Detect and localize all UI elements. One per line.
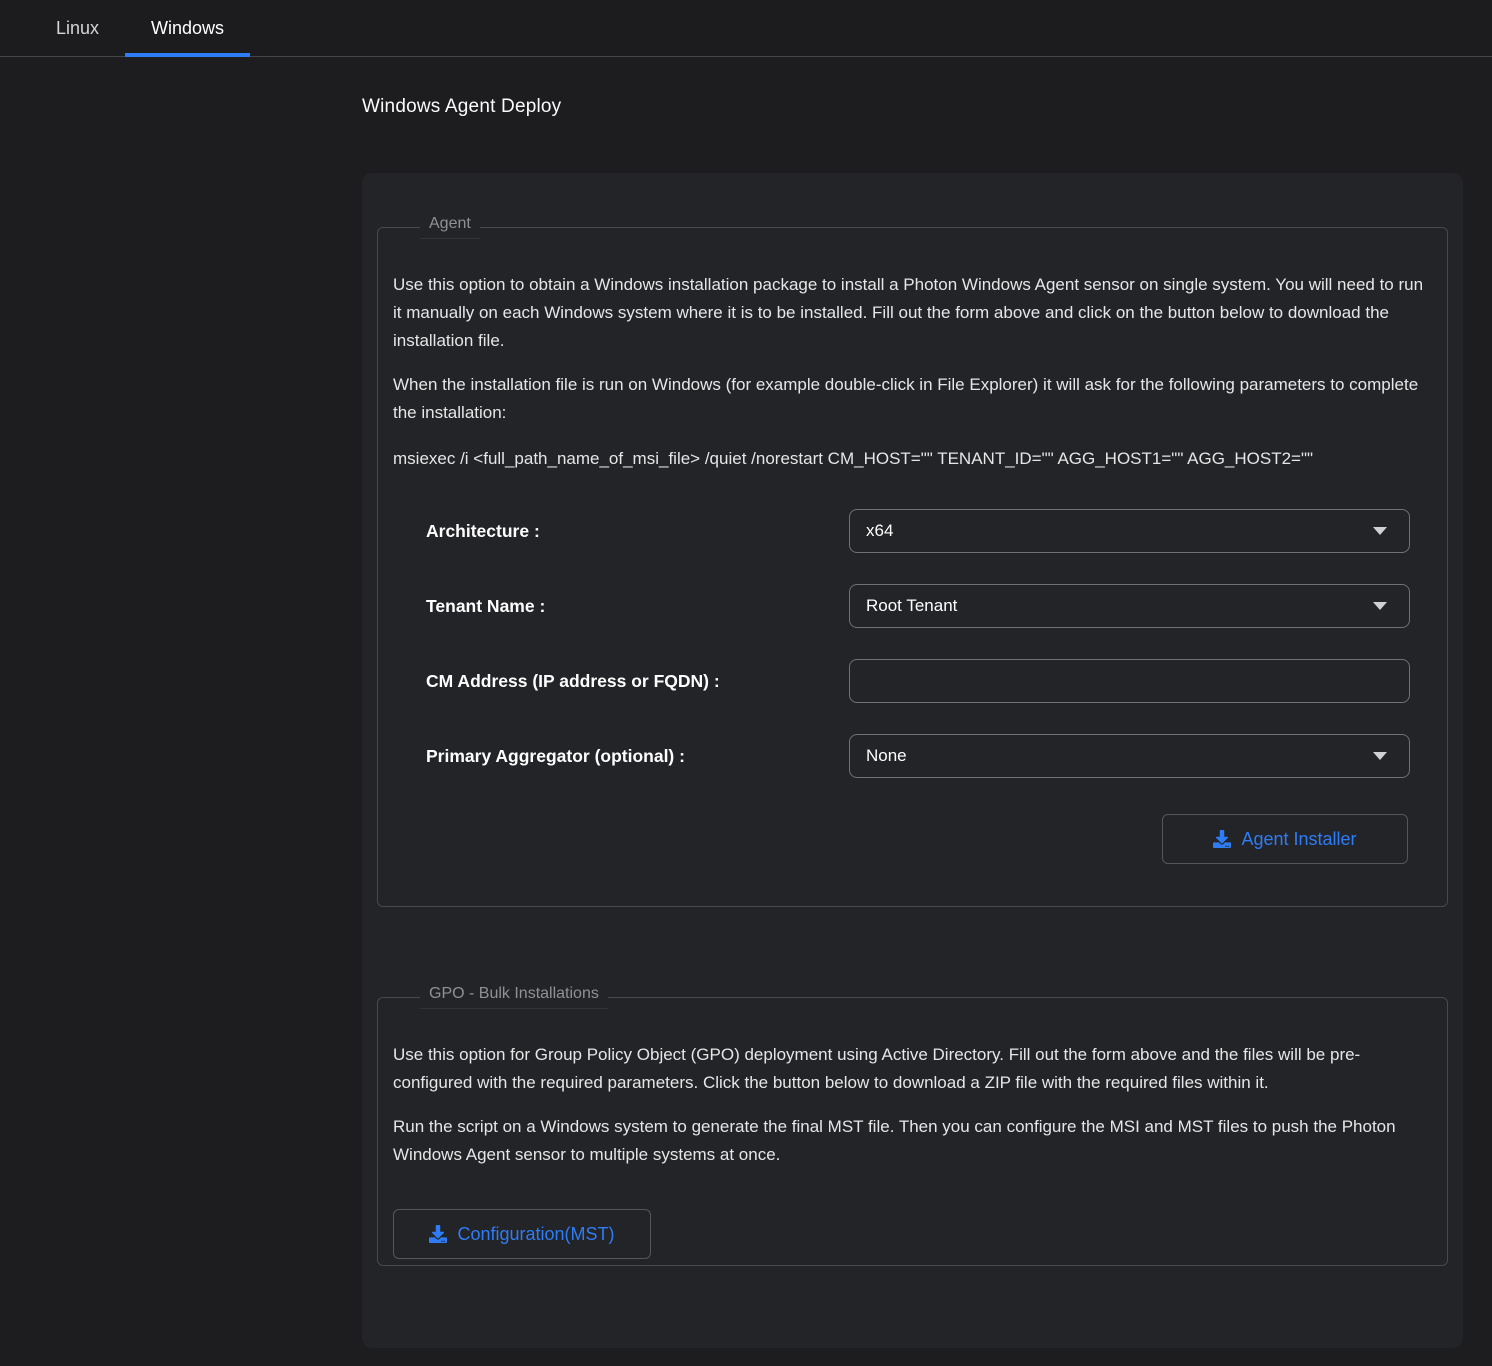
agent-installer-button-label: Agent Installer (1241, 829, 1356, 850)
configuration-mst-button[interactable]: Configuration(MST) (393, 1209, 651, 1259)
tab-linux[interactable]: Linux (30, 0, 125, 56)
agent-installer-button[interactable]: Agent Installer (1162, 814, 1408, 864)
tenant-name-label: Tenant Name : (426, 596, 849, 617)
deploy-card: Agent Use this option to obtain a Window… (362, 173, 1463, 1348)
cm-address-row: CM Address (IP address or FQDN) : (393, 659, 1432, 703)
gpo-script-paragraph: Run the script on a Windows system to ge… (393, 1113, 1432, 1169)
architecture-row: Architecture : x64 (393, 509, 1432, 553)
chevron-down-icon (1373, 527, 1387, 535)
agent-intro-paragraph: Use this option to obtain a Windows inst… (393, 271, 1432, 355)
tab-bar: Linux Windows (0, 0, 1492, 57)
cm-address-input[interactable] (849, 659, 1410, 703)
architecture-select[interactable]: x64 (849, 509, 1410, 553)
architecture-select-value: x64 (866, 521, 893, 541)
primary-aggregator-row: Primary Aggregator (optional) : None (393, 734, 1432, 778)
gpo-section-body: Use this option for Group Policy Object … (393, 1009, 1432, 1259)
agent-installer-button-row: Agent Installer (393, 814, 1432, 864)
gpo-intro-paragraph: Use this option for Group Policy Object … (393, 1041, 1432, 1097)
cm-address-label: CM Address (IP address or FQDN) : (426, 671, 849, 692)
gpo-section-legend: GPO - Bulk Installations (420, 985, 608, 1009)
tenant-name-select[interactable]: Root Tenant (849, 584, 1410, 628)
tenant-name-select-value: Root Tenant (866, 596, 957, 616)
download-icon (1213, 830, 1231, 848)
agent-section-legend: Agent (420, 215, 480, 239)
configuration-mst-button-label: Configuration(MST) (457, 1224, 614, 1245)
tenant-name-row: Tenant Name : Root Tenant (393, 584, 1432, 628)
primary-aggregator-select-value: None (866, 746, 907, 766)
download-icon (429, 1225, 447, 1243)
primary-aggregator-select[interactable]: None (849, 734, 1410, 778)
agent-section: Agent Use this option to obtain a Window… (377, 215, 1448, 907)
chevron-down-icon (1373, 602, 1387, 610)
agent-params-paragraph: When the installation file is run on Win… (393, 371, 1432, 427)
agent-section-body: Use this option to obtain a Windows inst… (393, 239, 1432, 864)
msiexec-command-text: msiexec /i <full_path_name_of_msi_file> … (393, 445, 1432, 473)
configuration-mst-button-row: Configuration(MST) (393, 1209, 1432, 1259)
primary-aggregator-label: Primary Aggregator (optional) : (426, 746, 849, 767)
chevron-down-icon (1373, 752, 1387, 760)
tab-windows[interactable]: Windows (125, 0, 250, 56)
page-title: Windows Agent Deploy (362, 96, 1492, 118)
gpo-section: GPO - Bulk Installations Use this option… (377, 985, 1448, 1266)
architecture-label: Architecture : (426, 521, 849, 542)
